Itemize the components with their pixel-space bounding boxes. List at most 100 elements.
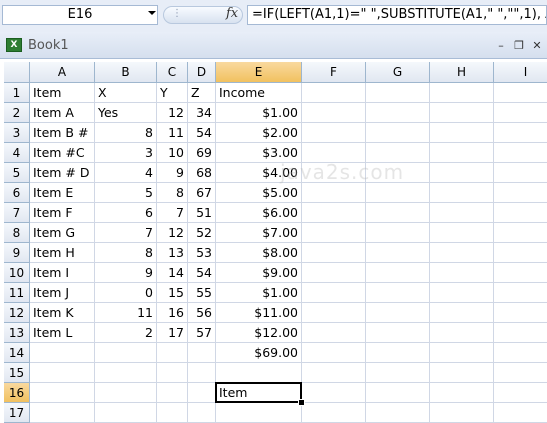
cell-h9[interactable]	[430, 243, 494, 263]
row-header-5[interactable]: 5	[4, 163, 30, 183]
minimize-icon[interactable]: –	[495, 40, 507, 52]
cell-h15[interactable]	[430, 363, 494, 383]
row-header-1[interactable]: 1	[4, 83, 30, 103]
row-header-15[interactable]: 15	[4, 363, 30, 383]
cell-g15[interactable]	[366, 363, 430, 383]
row-header-9[interactable]: 9	[4, 243, 30, 263]
fill-handle[interactable]	[298, 399, 305, 406]
row-header-3[interactable]: 3	[4, 123, 30, 143]
cell-h8[interactable]	[430, 223, 494, 243]
cell-c17[interactable]	[157, 403, 188, 423]
cell-f2[interactable]	[302, 103, 366, 123]
cell-g6[interactable]	[366, 183, 430, 203]
cell-i12[interactable]	[494, 303, 547, 323]
cell-h6[interactable]	[430, 183, 494, 203]
column-header-a[interactable]: A	[30, 62, 95, 83]
cell-h16[interactable]	[430, 383, 494, 403]
cell-a1[interactable]: Item	[30, 83, 95, 103]
cell-d3[interactable]: 54	[188, 123, 216, 143]
cell-b1[interactable]: X	[95, 83, 157, 103]
cell-b15[interactable]	[95, 363, 157, 383]
cell-e10[interactable]: $9.00	[216, 263, 302, 283]
cell-i4[interactable]	[494, 143, 547, 163]
cell-c6[interactable]: 8	[157, 183, 188, 203]
cell-d4[interactable]: 69	[188, 143, 216, 163]
cell-f10[interactable]	[302, 263, 366, 283]
cell-f16[interactable]	[302, 383, 366, 403]
cell-h3[interactable]	[430, 123, 494, 143]
cell-f11[interactable]	[302, 283, 366, 303]
cell-e8[interactable]: $7.00	[216, 223, 302, 243]
cell-h14[interactable]	[430, 343, 494, 363]
cell-h12[interactable]	[430, 303, 494, 323]
cell-f8[interactable]	[302, 223, 366, 243]
cell-e15[interactable]	[216, 363, 302, 383]
cell-c11[interactable]: 15	[157, 283, 188, 303]
cell-i11[interactable]	[494, 283, 547, 303]
cell-c1[interactable]: Y	[157, 83, 188, 103]
cell-c10[interactable]: 14	[157, 263, 188, 283]
cell-i17[interactable]	[494, 403, 547, 423]
cell-c4[interactable]: 10	[157, 143, 188, 163]
cell-b16[interactable]	[95, 383, 157, 403]
cell-c13[interactable]: 17	[157, 323, 188, 343]
restore-icon[interactable]: ❐	[513, 40, 525, 52]
row-header-14[interactable]: 14	[4, 343, 30, 363]
cell-f14[interactable]	[302, 343, 366, 363]
cell-e13[interactable]: $12.00	[216, 323, 302, 343]
cell-i5[interactable]	[494, 163, 547, 183]
cell-b5[interactable]: 4	[95, 163, 157, 183]
column-header-e[interactable]: E	[216, 62, 302, 83]
cell-h2[interactable]	[430, 103, 494, 123]
cell-e3[interactable]: $2.00	[216, 123, 302, 143]
cell-h7[interactable]	[430, 203, 494, 223]
cell-b6[interactable]: 5	[95, 183, 157, 203]
cell-g16[interactable]	[366, 383, 430, 403]
cell-b8[interactable]: 7	[95, 223, 157, 243]
cell-g11[interactable]	[366, 283, 430, 303]
name-box[interactable]: E16	[2, 5, 158, 25]
cell-d16[interactable]	[188, 383, 216, 403]
cell-d2[interactable]: 34	[188, 103, 216, 123]
cell-a15[interactable]	[30, 363, 95, 383]
column-header-c[interactable]: C	[157, 62, 188, 83]
cell-g10[interactable]	[366, 263, 430, 283]
cell-c5[interactable]: 9	[157, 163, 188, 183]
cell-d1[interactable]: Z	[188, 83, 216, 103]
cell-i16[interactable]	[494, 383, 547, 403]
cell-f17[interactable]	[302, 403, 366, 423]
cell-a16[interactable]	[30, 383, 95, 403]
cell-g3[interactable]	[366, 123, 430, 143]
cell-c14[interactable]	[157, 343, 188, 363]
column-header-i[interactable]: I	[494, 62, 547, 83]
cell-a7[interactable]: Item F	[30, 203, 95, 223]
row-header-7[interactable]: 7	[4, 203, 30, 223]
cell-d11[interactable]: 55	[188, 283, 216, 303]
cell-e14[interactable]: $69.00	[216, 343, 302, 363]
cell-b14[interactable]	[95, 343, 157, 363]
cell-a6[interactable]: Item E	[30, 183, 95, 203]
cell-d14[interactable]	[188, 343, 216, 363]
cell-e7[interactable]: $6.00	[216, 203, 302, 223]
cell-i15[interactable]	[494, 363, 547, 383]
cell-f12[interactable]	[302, 303, 366, 323]
cell-c3[interactable]: 11	[157, 123, 188, 143]
cell-e12[interactable]: $11.00	[216, 303, 302, 323]
close-icon[interactable]: ✕	[531, 40, 543, 52]
cell-a14[interactable]	[30, 343, 95, 363]
cell-h5[interactable]	[430, 163, 494, 183]
row-header-11[interactable]: 11	[4, 283, 30, 303]
cell-f9[interactable]	[302, 243, 366, 263]
row-header-12[interactable]: 12	[4, 303, 30, 323]
cell-g9[interactable]	[366, 243, 430, 263]
cell-f6[interactable]	[302, 183, 366, 203]
cell-c7[interactable]: 7	[157, 203, 188, 223]
insert-function-button[interactable]: fx	[226, 6, 238, 21]
cell-i1[interactable]	[494, 83, 547, 103]
cell-e1[interactable]: Income	[216, 83, 302, 103]
cell-d12[interactable]: 56	[188, 303, 216, 323]
column-header-g[interactable]: G	[366, 62, 430, 83]
cell-g7[interactable]	[366, 203, 430, 223]
cell-a10[interactable]: Item I	[30, 263, 95, 283]
cell-b17[interactable]	[95, 403, 157, 423]
